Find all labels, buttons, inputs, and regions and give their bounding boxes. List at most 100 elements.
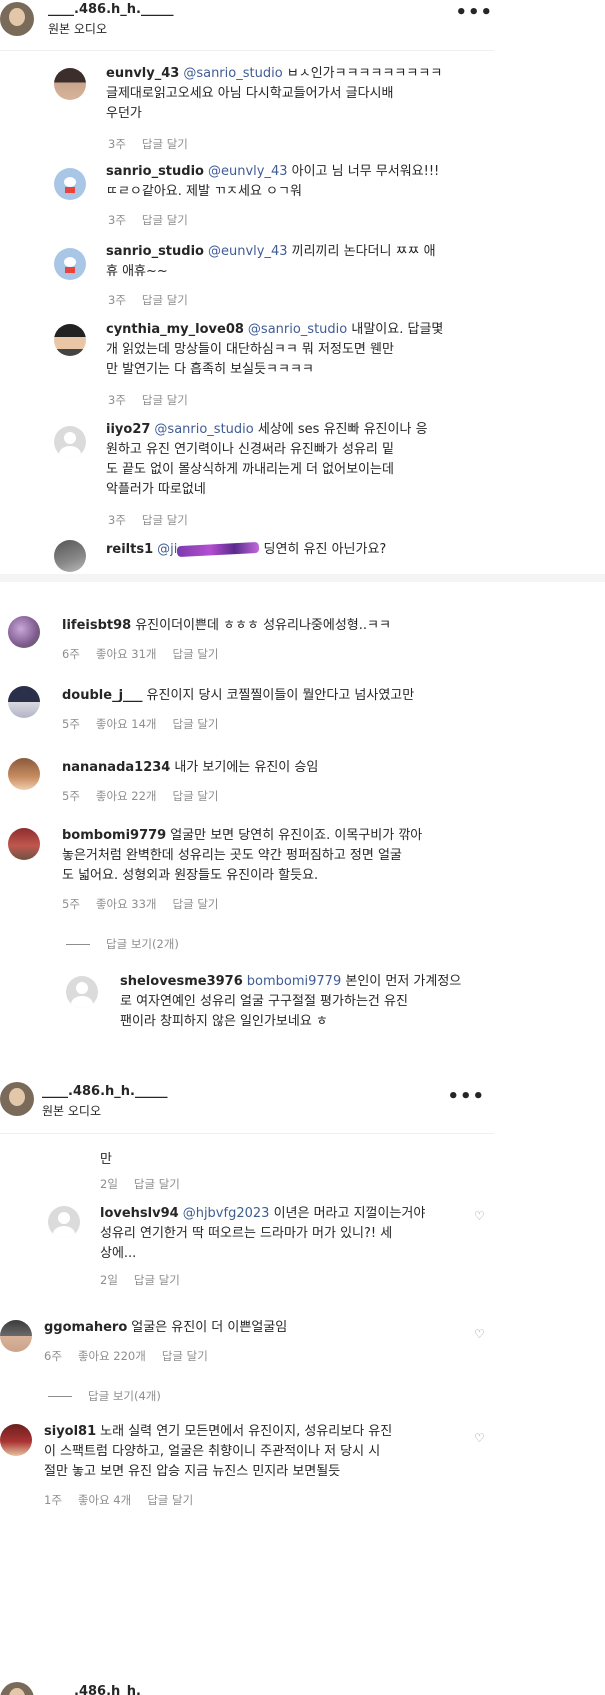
comment-username[interactable]: reilts1 — [106, 542, 153, 557]
avatar[interactable] — [54, 324, 86, 356]
avatar[interactable] — [54, 248, 86, 280]
reply-button[interactable]: 답글 달기 — [142, 513, 188, 527]
heart-icon[interactable]: ♡ — [474, 1328, 486, 1340]
avatar[interactable] — [0, 1682, 34, 1695]
avatar[interactable] — [54, 426, 86, 458]
more-icon[interactable]: ••• — [455, 2, 493, 23]
like-count[interactable]: 좋아요 220개 — [78, 1349, 146, 1363]
comment-time: 3주 — [108, 513, 126, 527]
comment-text: sanrio_studio @eunvly_43 아이고 님 너무 무서워요!!!… — [106, 164, 440, 199]
avatar[interactable] — [48, 1206, 80, 1238]
post-header: ____.486.h_h. — [0, 1674, 605, 1695]
comment-username[interactable]: lovehslv94 — [100, 1206, 179, 1221]
comment-meta: 5주 좋아요 22개 답글 달기 — [62, 788, 235, 804]
comment-meta: 3주 답글 달기 — [108, 292, 204, 308]
comment-username[interactable]: sanrio_studio — [106, 244, 204, 259]
like-count[interactable]: 좋아요 14개 — [96, 717, 157, 731]
comment-username[interactable]: siyol81 — [44, 1424, 96, 1439]
comment-username[interactable]: double_j___ — [62, 688, 143, 703]
avatar[interactable] — [0, 2, 34, 36]
comment-username[interactable]: eunvly_43 — [106, 66, 179, 81]
avatar[interactable] — [0, 1424, 32, 1456]
avatar[interactable] — [0, 1082, 34, 1116]
post-header: ____.486.h_h._____ 원본 오디오 ••• — [0, 1080, 605, 1128]
avatar[interactable] — [54, 540, 86, 572]
mention-link[interactable]: @eunvly_43 — [208, 244, 288, 259]
comment-time: 3주 — [108, 137, 126, 151]
mention-link[interactable]: @ji — [157, 542, 177, 557]
avatar[interactable] — [66, 976, 98, 1008]
comment-text: reilts1 @ji 딩연히 유진 아닌가요? — [106, 541, 387, 558]
reply-button[interactable]: 답글 달기 — [142, 213, 188, 227]
heart-icon[interactable]: ♡ — [474, 1210, 486, 1222]
redaction-scribble — [177, 541, 260, 558]
reply-button[interactable]: 답글 달기 — [142, 393, 188, 407]
comment-text: ggomahero 얼굴은 유진이 더 이쁜얼굴임 — [44, 1320, 288, 1335]
comment-time: 3주 — [108, 393, 126, 407]
reply-button[interactable]: 답글 달기 — [173, 647, 219, 661]
avatar[interactable] — [54, 168, 86, 200]
comment-meta: 3주 답글 달기 — [108, 136, 204, 152]
mention-link[interactable]: @hjbvfg2023 — [183, 1206, 270, 1221]
reply-button[interactable]: 답글 달기 — [173, 717, 219, 731]
mention-link[interactable]: bombomi9779 — [247, 974, 341, 989]
comment-username[interactable]: ggomahero — [44, 1320, 127, 1335]
avatar[interactable] — [8, 686, 40, 718]
avatar[interactable] — [54, 68, 86, 100]
view-replies-button[interactable]: 답글 보기(4개) — [48, 1388, 161, 1404]
reply-button[interactable]: 답글 달기 — [173, 897, 219, 911]
comment-time: 5주 — [62, 789, 80, 803]
divider — [0, 1133, 494, 1134]
comment-time: 2일 — [100, 1177, 118, 1191]
comment-time: 1주 — [44, 1493, 62, 1507]
comment-time: 5주 — [62, 897, 80, 911]
post-username[interactable]: ____.486.h_h._____ — [48, 2, 173, 17]
comment-username[interactable]: nananada1234 — [62, 760, 170, 775]
original-audio-link[interactable]: 원본 오디오 — [48, 20, 107, 37]
like-count[interactable]: 좋아요 22개 — [96, 789, 157, 803]
mention-link[interactable]: @eunvly_43 — [208, 164, 288, 179]
avatar[interactable] — [8, 758, 40, 790]
like-count[interactable]: 좋아요 31개 — [96, 647, 157, 661]
comment-text-partial: 만 — [100, 1152, 112, 1167]
comment-username[interactable]: iiyo27 — [106, 422, 150, 437]
comment-text: iiyo27 @sanrio_studio 세상에 ses 유진빠 유진이나 응 … — [106, 422, 428, 497]
view-replies-button[interactable]: 답글 보기(2개) — [66, 936, 179, 952]
reply-button[interactable]: 답글 달기 — [142, 293, 188, 307]
comment-text: siyol81 노래 실력 연기 모든면에서 유진이지, 성유리보다 유진 이 스… — [44, 1424, 393, 1479]
comment-meta: 1주 좋아요 4개 답글 달기 — [44, 1492, 209, 1508]
original-audio-link[interactable]: 원본 오디오 — [42, 1102, 101, 1119]
like-count[interactable]: 좋아요 33개 — [96, 897, 157, 911]
reply-button[interactable]: 답글 달기 — [134, 1273, 180, 1287]
comment-text: lovehslv94 @hjbvfg2023 이년은 머라고 지껄이는거야 성유리… — [100, 1206, 426, 1261]
reply-button[interactable]: 답글 달기 — [134, 1177, 180, 1191]
mention-link[interactable]: @sanrio_studio — [183, 66, 282, 81]
comment-username[interactable]: shelovesme3976 — [120, 974, 243, 989]
reply-button[interactable]: 답글 달기 — [142, 137, 188, 151]
mention-link[interactable]: @sanrio_studio — [154, 422, 253, 437]
avatar[interactable] — [8, 616, 40, 648]
heart-icon[interactable]: ♡ — [474, 1432, 486, 1444]
post-username[interactable]: ____.486.h_h._____ — [42, 1084, 167, 1099]
more-icon[interactable]: ••• — [447, 1086, 485, 1107]
mention-link[interactable]: @sanrio_studio — [248, 322, 347, 337]
reply-button[interactable]: 답글 달기 — [147, 1493, 193, 1507]
comment-meta: 3주 답글 달기 — [108, 212, 204, 228]
like-count[interactable]: 좋아요 4개 — [78, 1493, 131, 1507]
comment-username[interactable]: cynthia_my_love08 — [106, 322, 244, 337]
reply-button[interactable]: 답글 달기 — [173, 789, 219, 803]
avatar[interactable] — [8, 828, 40, 860]
comment-text: bombomi9779 얼굴만 보면 당연히 유진이죠. 이목구비가 깎아 놓은거… — [62, 828, 423, 883]
post-username[interactable]: ____.486.h_h. — [48, 1684, 141, 1695]
comment-meta: 5주 좋아요 33개 답글 달기 — [62, 896, 235, 912]
comment-username[interactable]: bombomi9779 — [62, 828, 166, 843]
comment-username[interactable]: lifeisbt98 — [62, 618, 131, 633]
comment-meta: 6주 좋아요 220개 답글 달기 — [44, 1348, 224, 1364]
comment-meta: 3주 답글 달기 — [108, 512, 204, 528]
comment-username[interactable]: sanrio_studio — [106, 164, 204, 179]
comment-time: 5주 — [62, 717, 80, 731]
avatar[interactable] — [0, 1320, 32, 1352]
comment-time: 6주 — [44, 1349, 62, 1363]
reply-button[interactable]: 답글 달기 — [162, 1349, 208, 1363]
comment-text: lifeisbt98 유진이더이쁜데 ㅎㅎㅎ 성유리나중에성형..ㅋㅋ — [62, 618, 391, 633]
